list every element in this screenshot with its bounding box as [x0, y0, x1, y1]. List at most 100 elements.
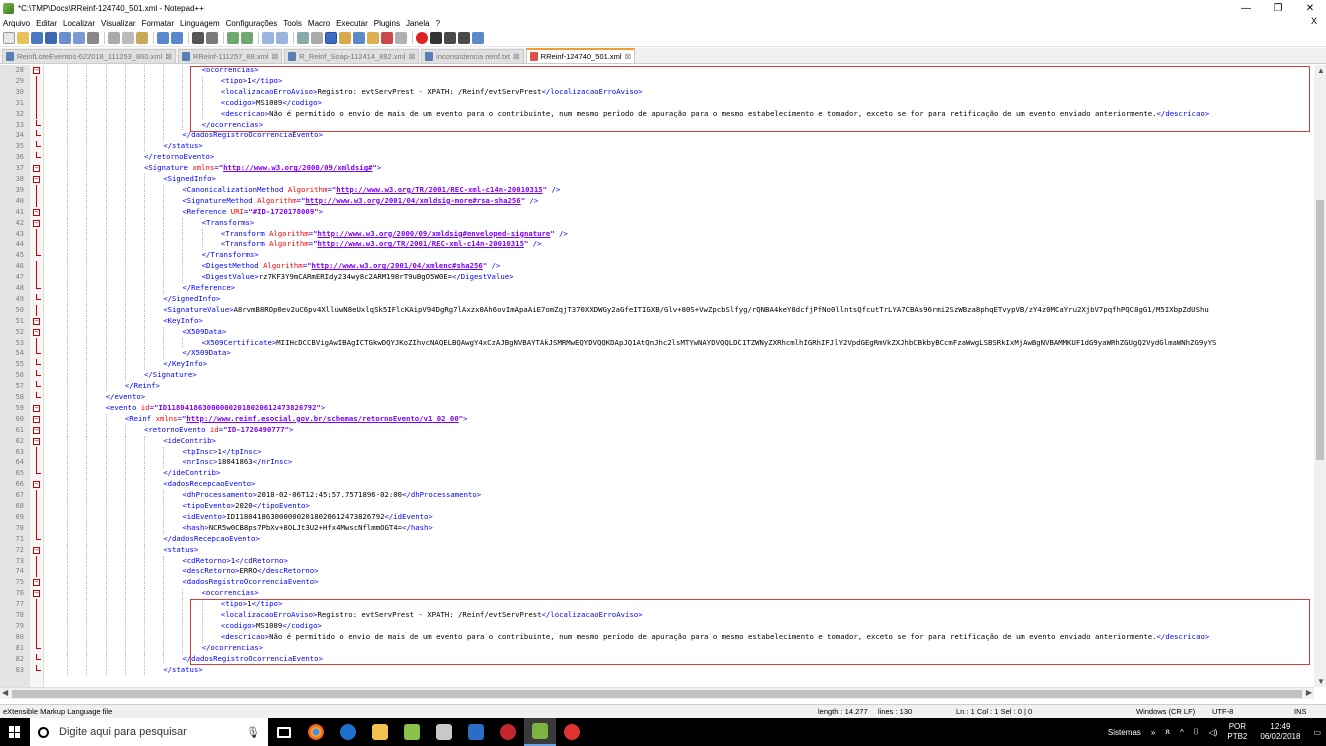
code-line[interactable]: 48 </Reference> [0, 283, 1314, 294]
taskbar-app-sql[interactable] [428, 718, 460, 746]
taskbar-app-other[interactable] [556, 718, 588, 746]
menu-executar[interactable]: Executar [333, 19, 371, 28]
vertical-scroll-thumb[interactable] [1316, 200, 1324, 460]
close-all-icon[interactable] [73, 32, 85, 44]
code-line[interactable]: 57 </Reinf> [0, 381, 1314, 392]
scroll-left-icon[interactable]: ◀ [2, 688, 8, 697]
horizontal-scroll-thumb[interactable] [12, 690, 1302, 698]
code-line[interactable]: 54 </X509Data> [0, 348, 1314, 360]
code-line[interactable]: 63 <tpInsc>1</tpInsc> [0, 446, 1314, 458]
fold-toggle-icon[interactable]: − [33, 176, 40, 183]
taskbar-app-explorer[interactable] [364, 718, 396, 746]
people-icon[interactable]: ጸ [1165, 727, 1170, 737]
menu-formatar[interactable]: Formatar [139, 19, 177, 28]
fold-toggle-icon[interactable]: − [33, 579, 40, 587]
fold-toggle-icon[interactable]: − [33, 208, 40, 216]
sync-horizontal-icon[interactable] [276, 32, 288, 44]
eol-format-label[interactable]: Windows (CR LF) [1136, 707, 1195, 716]
indent-guide-icon[interactable] [325, 32, 337, 44]
close-document-button[interactable]: X [1308, 16, 1320, 26]
code-line[interactable]: 65 </ideContrib> [0, 468, 1314, 480]
cut-icon[interactable] [108, 32, 120, 44]
restore-button[interactable]: ❐ [1262, 0, 1294, 16]
code-line[interactable]: 47 <DigestValue>rz7KF3Y9mCARmERIdy234wy8c… [0, 272, 1314, 283]
taskbar-app-filezilla[interactable] [492, 718, 524, 746]
code-line[interactable]: 73 <cdRetorno>1</cdRetorno> [0, 555, 1314, 567]
taskbar-search-box[interactable]: Digite aqui para pesquisar 🎙 [30, 718, 268, 746]
menu-configuracoes[interactable]: Configurações [223, 19, 281, 28]
tab-close-icon[interactable]: ⊠ [408, 52, 415, 61]
save-icon[interactable] [31, 32, 43, 44]
code-line[interactable]: 55 </KeyInfo> [0, 359, 1314, 371]
fold-toggle-icon[interactable]: − [33, 481, 40, 489]
monitoring-icon[interactable] [395, 32, 407, 44]
code-line[interactable]: 72 − <status> [0, 544, 1314, 556]
stop-macro-icon[interactable] [430, 32, 442, 44]
fold-toggle-icon[interactable]: − [33, 590, 40, 598]
fold-toggle-icon[interactable]: − [33, 546, 40, 554]
taskbar-app-edge[interactable] [332, 718, 364, 746]
menu-arquivo[interactable]: Arquivo [0, 19, 33, 28]
clock[interactable]: 12:49 06/02/2018 [1260, 722, 1300, 742]
encoding-label[interactable]: UTF-8 [1212, 707, 1233, 716]
code-line[interactable]: 62 − <ideContrib> [0, 435, 1314, 447]
redo-icon[interactable] [171, 32, 183, 44]
menu-linguagem[interactable]: Linguagem [177, 19, 223, 28]
tab-r-reinf-soap[interactable]: R_Reinf_Soap-112414_882.xml ⊠ [284, 49, 420, 63]
code-line[interactable]: 69 <idEvento>ID11804186300000020180206124… [0, 511, 1314, 523]
tray-toolbar-label[interactable]: Sistemas [1108, 728, 1141, 737]
code-line[interactable]: 41 − <Reference URI="#ID-1720178009"> [0, 206, 1314, 218]
code-line[interactable]: 70 <hash>NCR5w0CB8ps7PbXv+8OLJt3U2+Hfx4Mw… [0, 522, 1314, 534]
code-line[interactable]: 83 </status> [0, 664, 1314, 676]
tab-close-icon[interactable]: ⊠ [625, 52, 632, 61]
play-macro-icon[interactable] [444, 32, 456, 44]
menu-help[interactable]: ? [433, 19, 443, 28]
word-wrap-icon[interactable] [297, 32, 309, 44]
code-line[interactable]: 76 − <ocorrencias> [0, 588, 1314, 600]
code-line[interactable]: 60 − <Reinf xmlns="http://www.reinf.esocia… [0, 413, 1314, 425]
menu-tools[interactable]: Tools [280, 19, 305, 28]
code-line[interactable]: 75 − <dadosRegistroOcorrenciaEvento> [0, 577, 1314, 589]
code-line[interactable]: 40 <SignatureMethod Algorithm="http://www… [0, 195, 1314, 207]
paste-icon[interactable] [136, 32, 148, 44]
find-icon[interactable] [192, 32, 204, 44]
code-line[interactable]: 71 </dadosRecepcaoEvento> [0, 533, 1314, 545]
folder-workspace-icon[interactable] [381, 32, 393, 44]
taskbar-app-outlook[interactable] [460, 718, 492, 746]
taskbar-app-notepadpp-active[interactable] [524, 718, 556, 746]
code-editor[interactable]: 28− <ocorrencias> 29 <tipo>1</tipo> 30 <local… [0, 65, 1314, 687]
code-line[interactable]: 45 </Transforms> [0, 250, 1314, 262]
tab-reinf-lote-eventos[interactable]: ReinfLoteEventos-622018_111253_860.xml ⊠ [2, 49, 176, 63]
fold-toggle-icon[interactable]: − [33, 165, 40, 173]
fold-toggle-icon[interactable]: − [33, 426, 40, 434]
record-macro-icon[interactable] [416, 32, 428, 44]
code-line[interactable]: 44 <Transform Algorithm="http://www.w3.or… [0, 239, 1314, 251]
menu-editar[interactable]: Editar [33, 19, 60, 28]
code-line[interactable]: 46 <DigestMethod Algorithm="http://www.w3… [0, 261, 1314, 273]
save-macro-icon[interactable] [472, 32, 484, 44]
tab-close-icon[interactable]: ⊠ [513, 52, 520, 61]
fold-toggle-icon[interactable]: − [33, 317, 40, 325]
new-file-icon[interactable] [3, 32, 15, 44]
undo-icon[interactable] [157, 32, 169, 44]
copy-icon[interactable] [122, 32, 134, 44]
code-line[interactable]: 35 </status> [0, 141, 1314, 153]
code-line[interactable]: 74 <descRetorno>ERRO</descRetorno> [0, 566, 1314, 578]
code-line[interactable]: 64 <nrInsc>18041863</nrInsc> [0, 457, 1314, 469]
show-hidden-icons-icon[interactable]: ^ [1180, 728, 1184, 737]
function-list-icon[interactable] [367, 32, 379, 44]
fold-toggle-icon[interactable]: − [33, 415, 40, 423]
network-icon[interactable]: ⌷ [1194, 727, 1199, 737]
taskbar-app-notepadpp[interactable] [396, 718, 428, 746]
code-line[interactable]: 37 − <Signature xmlns="http://www.w3.org/2… [0, 163, 1314, 174]
code-line[interactable]: 58 </evento> [0, 392, 1314, 403]
minimize-button[interactable]: — [1230, 0, 1262, 16]
menu-janela[interactable]: Janela [403, 19, 433, 28]
taskbar-app-chrome[interactable] [300, 718, 332, 746]
menu-visualizar[interactable]: Visualizar [98, 19, 139, 28]
menu-macro[interactable]: Macro [305, 19, 333, 28]
start-button[interactable] [0, 718, 30, 746]
volume-icon[interactable]: ◁) [1209, 728, 1218, 737]
code-line[interactable]: 50 <SignatureValue>A8rvmB8ROp0ev2uC6pv4Xl… [0, 304, 1314, 316]
code-line[interactable]: 53 <X509Certificate>MIIHcDCCBVigAwIBAgICT… [0, 337, 1314, 349]
